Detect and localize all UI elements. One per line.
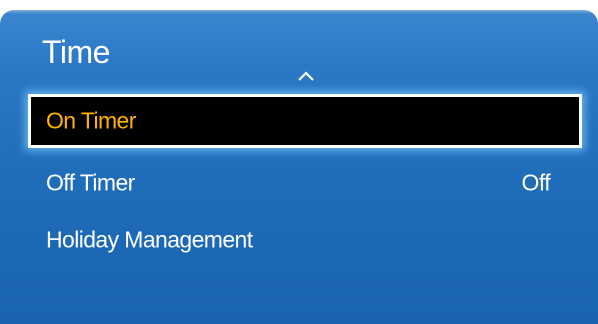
menu-item-off-timer[interactable]: Off Timer Off bbox=[28, 156, 582, 210]
chevron-up-icon[interactable] bbox=[297, 70, 315, 82]
menu-item-label: Holiday Management bbox=[46, 226, 253, 253]
menu-item-on-timer[interactable]: On Timer bbox=[28, 94, 582, 148]
menu-item-value: Off bbox=[521, 169, 551, 196]
menu-item-label: On Timer bbox=[46, 107, 136, 134]
menu-item-holiday-management[interactable]: Holiday Management bbox=[28, 213, 582, 267]
time-menu-panel: Time On Timer Off Timer Off Holiday Mana… bbox=[0, 10, 598, 324]
menu-item-label: Off Timer bbox=[46, 169, 135, 196]
menu-title: Time bbox=[42, 34, 110, 70]
